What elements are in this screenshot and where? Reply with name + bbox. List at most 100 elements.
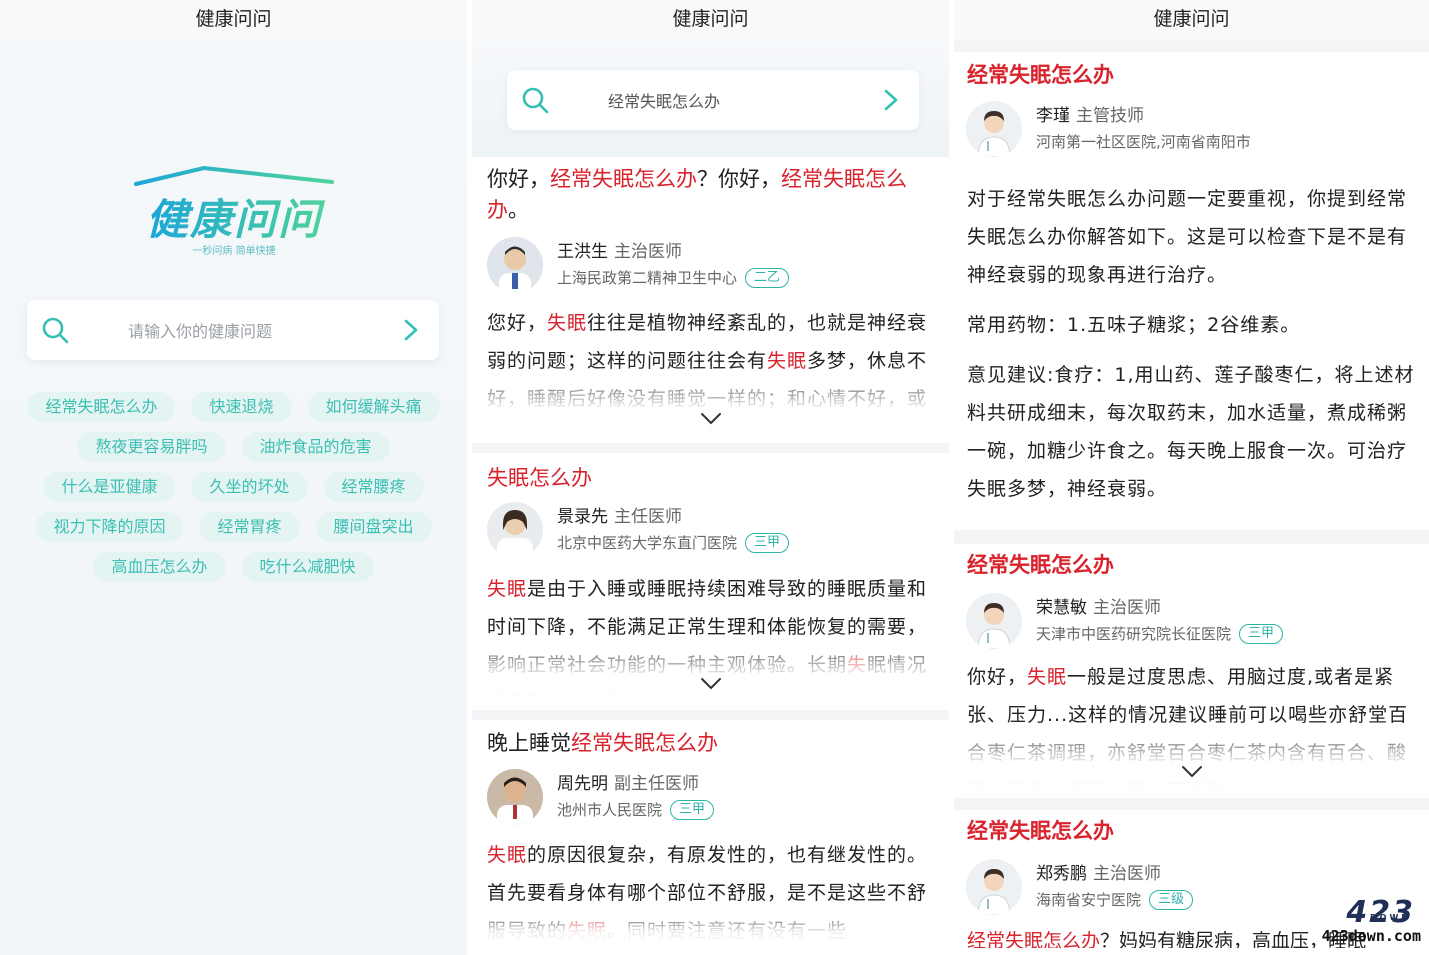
highlight-text: 失眠: [1027, 666, 1068, 688]
tag-row: 什么是亚健康 久坐的坏处 经常腰疼: [0, 472, 467, 502]
chevron-right-icon[interactable]: [883, 88, 899, 112]
text-segment: 你好，: [487, 167, 550, 191]
doctor-title: 主治医师: [614, 242, 682, 262]
tag-row: 经常失眠怎么办 快速退烧 如何缓解头痛: [0, 392, 467, 422]
doctor-info: 荣慧敏 主治医师 天津市中医药研究院长征医院 三甲: [966, 590, 1284, 652]
hospital-name: 上海民政第二精神卫生中心: [557, 269, 738, 287]
doctor-avatar: [487, 237, 543, 293]
doctor-title: 主治医师: [1093, 864, 1161, 884]
chevron-right-icon[interactable]: [403, 318, 419, 342]
answer-card[interactable]: 晚上睡觉经常失眠怎么办 周先明 副主任医师 池州市人民医院 三甲 失眠的原因很复杂，…: [472, 720, 949, 948]
doctor-avatar: [487, 769, 543, 825]
home-screen: 健康问问 健康问问 一秒问病 简单快捷 请输入你的健康问题 经常失眠怎么办 快速退…: [0, 0, 467, 955]
search-input[interactable]: 经常失眠怎么办: [608, 88, 720, 112]
doctor-title: 主任医师: [614, 507, 682, 527]
hot-question-tag[interactable]: 久坐的坏处: [191, 472, 308, 502]
expand-chevron-icon[interactable]: [700, 677, 722, 691]
expand-chevron-icon[interactable]: [700, 412, 722, 426]
tag-row: 熬夜更容易胖吗 油炸食品的危害: [0, 432, 467, 462]
hospital-grade-badge: 三甲: [1239, 624, 1284, 644]
search-results-screen: 健康问问 经常失眠怎么办 你好，经常失眠怎么办？你好，经常失眠怎么办。 王洪生主…: [472, 0, 949, 955]
answer-detail-screen: 健康问问 经常失眠怎么办 李瑾 主管技师 河南第一社区医院,河南省南阳市 对于经常…: [954, 0, 1429, 955]
answer-card[interactable]: 失眠怎么办 景录先 主任医师 北京中医药大学东直门医院 三甲 失眠是由于入睡或睡眠持…: [472, 453, 949, 710]
highlight-text: 失眠怎么办: [487, 466, 592, 490]
hospital-grade-badge: 二乙: [745, 268, 790, 288]
highlight-text: 经常失眠怎么办: [967, 930, 1101, 948]
doctor-avatar: [966, 859, 1022, 915]
watermark-site: 423down.com: [1321, 927, 1421, 945]
hot-question-tag[interactable]: 油炸食品的危害: [241, 432, 390, 462]
answer-body: 对于经常失眠怎么办问题一定要重视，你提到经常失眠怎么办你解答如下。这是可以检查下…: [967, 180, 1422, 508]
tag-row: 视力下降的原因 经常胃疼 腰间盘突出: [0, 512, 467, 542]
search-input[interactable]: 请输入你的健康问题: [128, 318, 272, 342]
answer-title[interactable]: 你好，经常失眠怎么办？你好，经常失眠怎么办。: [487, 164, 937, 226]
page-title: 健康问问: [472, 0, 949, 40]
search-icon: [42, 317, 69, 344]
doctor-name: 李瑾: [1036, 106, 1070, 126]
search-bar[interactable]: 请输入你的健康问题: [27, 300, 439, 360]
hot-question-tag[interactable]: 腰间盘突出: [315, 512, 432, 542]
tag-row: 高血压怎么办 吃什么减肥快: [0, 552, 467, 582]
doctor-info: 景录先 主任医师 北京中医药大学东直门医院 三甲: [487, 499, 790, 561]
answer-detail: 经常失眠怎么办 李瑾 主管技师 河南第一社区医院,河南省南阳市 对于经常失眠怎么办…: [954, 52, 1429, 530]
app-logo: 健康问问 一秒问病 简单快捷: [132, 164, 336, 260]
doctor-name: 荣慧敏: [1036, 598, 1087, 618]
doctor-info: 周先明 副主任医师 池州市人民医院 三甲: [487, 766, 715, 828]
doctor-title: 主管技师: [1076, 106, 1144, 126]
answer-title[interactable]: 失眠怎么办: [487, 463, 937, 494]
answer-title[interactable]: 晚上睡觉经常失眠怎么办: [487, 728, 937, 759]
doctor-name: 周先明: [557, 774, 608, 794]
search-bar[interactable]: 经常失眠怎么办: [507, 70, 919, 130]
logo-tagline: 一秒问病 简单快捷: [192, 246, 276, 257]
hot-question-tags: 经常失眠怎么办 快速退烧 如何缓解头痛 熬夜更容易胖吗 油炸食品的危害 什么是亚健康 久坐的…: [0, 392, 467, 592]
doctor-title: 副主任医师: [614, 774, 699, 794]
doctor-avatar: [966, 101, 1022, 157]
highlight-text: 经常失眠怎么办: [571, 731, 718, 755]
doctor-avatar: [966, 593, 1022, 649]
hospital-grade-badge: 三甲: [745, 533, 790, 553]
hot-question-tag[interactable]: 如何缓解头痛: [307, 392, 440, 422]
answer-title[interactable]: 经常失眠怎么办: [967, 816, 1114, 847]
hot-question-tag[interactable]: 快速退烧: [191, 392, 292, 422]
doctor-name: 王洪生: [557, 242, 608, 262]
hot-question-tag[interactable]: 经常失眠怎么办: [27, 392, 176, 422]
answer-paragraph: 常用药物：1.五味子糖浆；2谷维素。: [967, 314, 1301, 336]
site-watermark: 423 DOWN 423down.com: [1319, 895, 1421, 949]
text-segment: 。: [508, 198, 529, 222]
hot-question-tag[interactable]: 经常胃疼: [199, 512, 300, 542]
doctor-info: 李瑾 主管技师 河南第一社区医院,河南省南阳市: [966, 98, 1251, 160]
doctor-name: 景录先: [557, 507, 608, 527]
doctor-info: 王洪生 主治医师 上海民政第二精神卫生中心 二乙: [487, 234, 790, 296]
page-title: 健康问问: [954, 0, 1429, 40]
hot-question-tag[interactable]: 高血压怎么办: [93, 552, 226, 582]
hot-question-tag[interactable]: 经常腰疼: [323, 472, 424, 502]
expand-chevron-icon[interactable]: [1181, 765, 1203, 779]
hot-question-tag[interactable]: 视力下降的原因: [35, 512, 184, 542]
doctor-avatar: [487, 502, 543, 558]
hospital-name: 池州市人民医院: [557, 801, 663, 819]
hot-question-tag[interactable]: 吃什么减肥快: [241, 552, 374, 582]
highlight-text: 经常失眠怎么办: [550, 167, 697, 191]
text-segment: 晚上睡觉: [487, 731, 571, 755]
hospital-name: 河南第一社区医院,河南省南阳市: [1036, 133, 1251, 151]
highlight-text: 失眠: [487, 844, 528, 866]
text-segment: 你好，: [967, 666, 1028, 688]
doctor-name: 郑秀鹏: [1036, 864, 1087, 884]
watermark-sub: DOWN: [1370, 913, 1411, 922]
hospital-grade-badge: 三甲: [670, 800, 715, 820]
answer-title[interactable]: 经常失眠怎么办: [967, 550, 1114, 581]
doctor-title: 主治医师: [1093, 598, 1161, 618]
logo-text: 健康问问: [132, 186, 336, 247]
answer-paragraph: 意见建议:食疗：1,用山药、莲子酸枣仁，将上述材料共研成细末，每次取药末，加水适…: [967, 364, 1415, 500]
page-title: 健康问问: [0, 0, 467, 40]
hot-question-tag[interactable]: 什么是亚健康: [43, 472, 176, 502]
highlight-text: 失眠: [547, 312, 588, 334]
hospital-name: 海南省安宁医院: [1036, 891, 1142, 909]
answer-card[interactable]: 你好，经常失眠怎么办？你好，经常失眠怎么办。 王洪生 主治医师 上海民政第二精神卫…: [472, 160, 949, 443]
hospital-name: 北京中医药大学东直门医院: [557, 534, 738, 552]
related-answer-card[interactable]: 经常失眠怎么办 荣慧敏 主治医师 天津市中医药研究院长征医院 三甲 你好，失眠一般是…: [954, 544, 1429, 798]
search-icon: [522, 87, 549, 114]
text-segment: ？你好，: [697, 167, 781, 191]
hot-question-tag[interactable]: 熬夜更容易胖吗: [77, 432, 226, 462]
highlight-text: 失眠: [487, 578, 528, 600]
